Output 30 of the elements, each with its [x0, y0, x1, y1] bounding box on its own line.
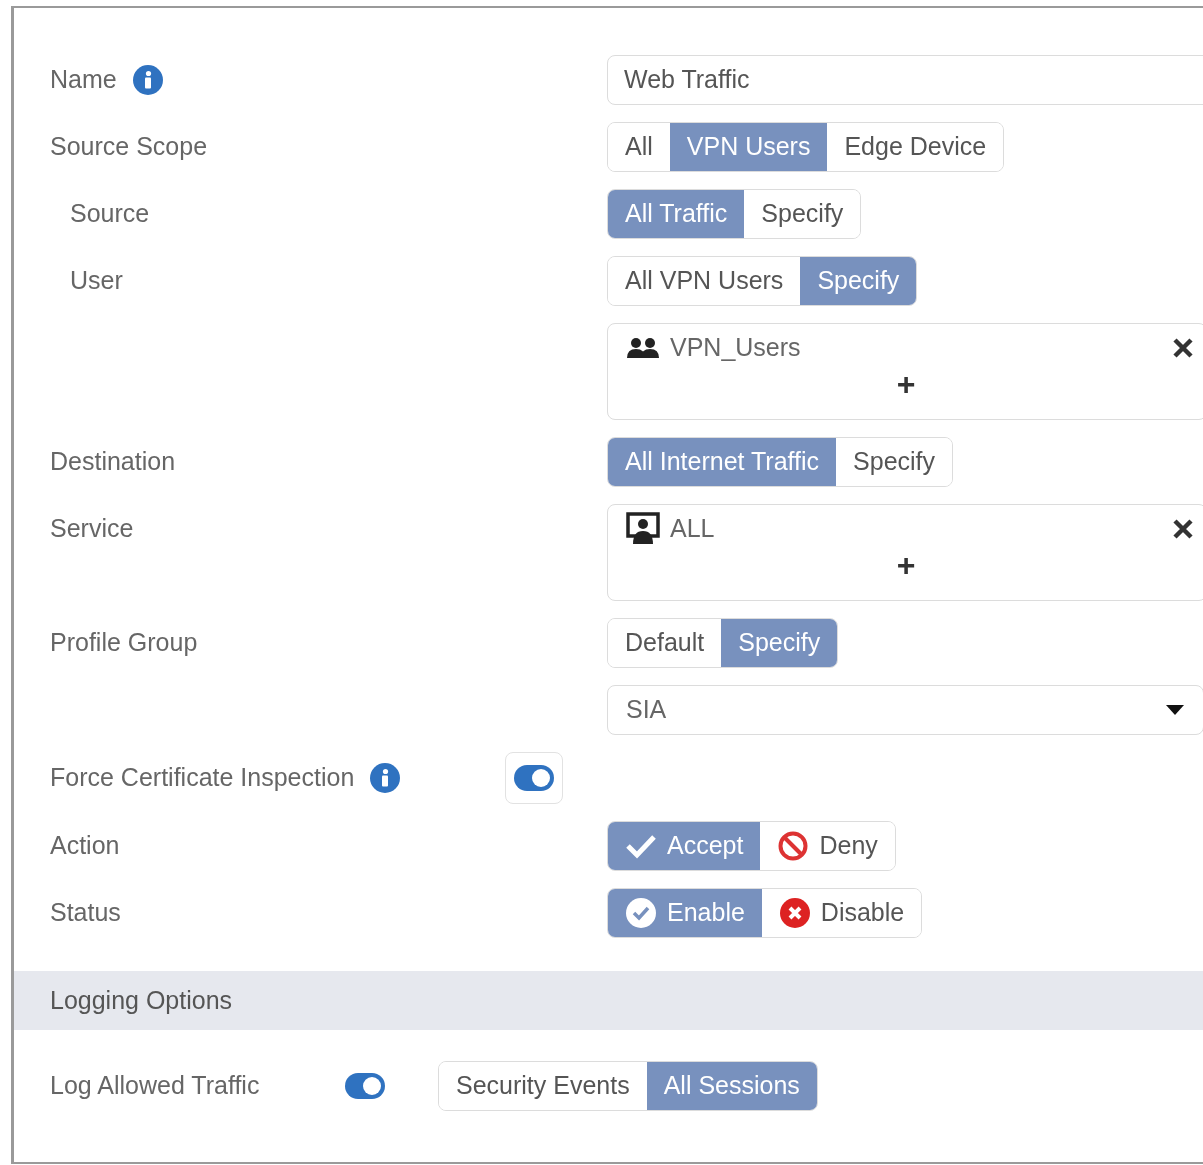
- info-icon: [132, 65, 163, 95]
- caret-icon: [1165, 704, 1185, 716]
- toggle-switch[interactable]: [514, 765, 554, 791]
- field-label: Force Certificate Inspection: [50, 762, 355, 794]
- field-label: Source Scope: [50, 131, 208, 163]
- prohibited-icon: [777, 830, 810, 862]
- field-label: Action: [50, 830, 120, 862]
- info-icon: [370, 763, 401, 793]
- field-label: Destination: [50, 446, 176, 478]
- field-label: Name: [50, 64, 117, 96]
- field-label: Service: [50, 513, 134, 544]
- field-label: Log Allowed Traffic: [50, 1070, 260, 1102]
- list-entry: ALL: [670, 513, 715, 545]
- list-entry: VPN_Users: [670, 332, 801, 364]
- remove-icon[interactable]: [1172, 518, 1194, 540]
- field-label: Source: [70, 198, 150, 230]
- field-label: Status: [50, 897, 121, 929]
- users-icon: [626, 337, 660, 359]
- field-label: Profile Group: [50, 627, 198, 659]
- field-label: User: [70, 265, 123, 297]
- check-circle-icon: [625, 897, 657, 929]
- add-button[interactable]: +: [896, 368, 916, 400]
- name-input[interactable]: Web Traffic: [607, 55, 1203, 105]
- add-button[interactable]: +: [896, 549, 916, 581]
- monitor-user-icon: [626, 512, 660, 546]
- toggle-switch[interactable]: [345, 1073, 385, 1099]
- remove-icon[interactable]: [1172, 337, 1194, 359]
- x-circle-icon: [778, 897, 811, 929]
- section-header: Logging Options: [14, 971, 1203, 1030]
- check-icon: [625, 833, 657, 859]
